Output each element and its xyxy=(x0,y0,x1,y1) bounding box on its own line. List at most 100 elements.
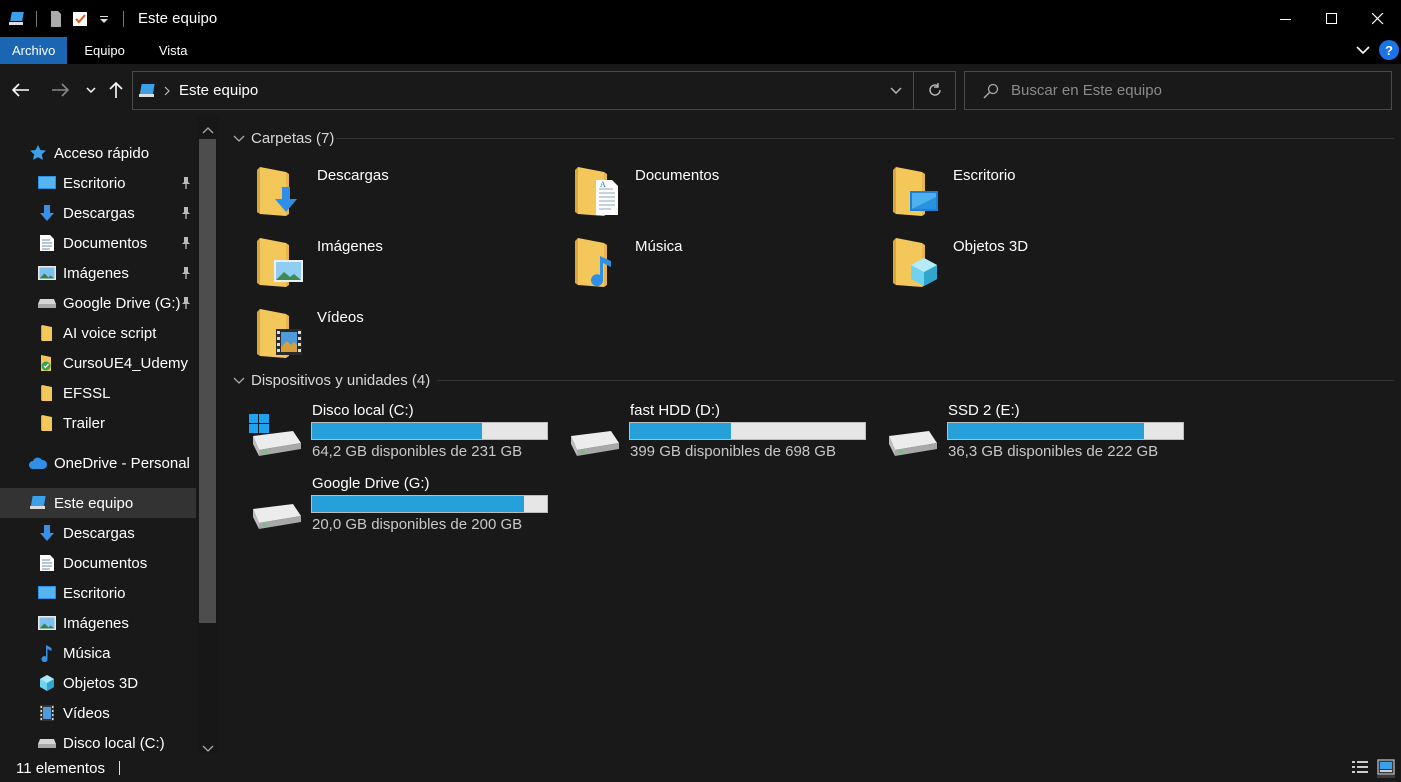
sidebar-item-label: Imágenes xyxy=(63,264,129,282)
folder-icon xyxy=(37,383,57,403)
sidebar-item-efssl[interactable]: EFSSL xyxy=(0,378,196,408)
sidebar-item-disco-local-c[interactable]: Disco local (C:) xyxy=(0,728,196,754)
sidebar-scrollbar[interactable] xyxy=(197,117,219,754)
sidebar-item-escritorio[interactable]: Escritorio xyxy=(0,168,196,198)
sidebar-item-label: Descargas xyxy=(63,524,135,542)
desktop-folder-icon xyxy=(892,165,940,222)
details-view-icon[interactable] xyxy=(1351,759,1369,778)
folder-label: Música xyxy=(635,238,683,255)
system-drive-icon xyxy=(247,414,303,461)
sidebar-item-cursoue4-udemy[interactable]: CursoUE4_Udemy xyxy=(0,348,196,378)
3d-objects-folder-icon xyxy=(892,236,940,293)
folder-label: Documentos xyxy=(635,167,720,184)
folder-documentos[interactable]: A Documentos xyxy=(542,161,842,223)
address-bar[interactable]: Este equipo xyxy=(132,71,956,110)
drive-fast-hdd-d[interactable]: fast HDD (D:) 399 GB disponibles de 698 G… xyxy=(537,402,866,462)
sidebar-item-descargas[interactable]: Descargas xyxy=(0,518,196,548)
refresh-icon[interactable] xyxy=(927,82,943,101)
pin-icon[interactable] xyxy=(180,236,192,254)
folder-objetos-3d[interactable]: Objetos 3D xyxy=(860,232,1160,294)
up-button[interactable] xyxy=(105,79,127,101)
sidebar-item-onedrive-personal[interactable]: OneDrive - Personal xyxy=(0,448,196,478)
sidebar-item-ai-voice-script[interactable]: AI voice script xyxy=(0,318,196,348)
sidebar-item-label: Escritorio xyxy=(63,174,126,192)
capacity-bar-fill xyxy=(948,423,1144,439)
pin-icon[interactable] xyxy=(180,206,192,224)
sidebar-item-label: EFSSL xyxy=(63,384,111,402)
drive-name: Disco local (C:) xyxy=(312,402,414,419)
sidebar-item-videos[interactable]: Vídeos xyxy=(0,698,196,728)
drives-group-header[interactable]: Dispositivos y unidades (4) xyxy=(233,372,430,389)
tab-archivo[interactable]: Archivo xyxy=(0,37,68,64)
checkmark-icon[interactable] xyxy=(71,10,89,28)
pin-icon[interactable] xyxy=(180,266,192,284)
customize-toolbar-icon[interactable] xyxy=(95,10,113,28)
sidebar-item-documentos[interactable]: Documentos xyxy=(0,228,196,258)
folder-label: Descargas xyxy=(317,167,389,184)
tab-vista[interactable]: Vista xyxy=(142,37,205,64)
sidebar-item-imagenes[interactable]: Imágenes xyxy=(0,608,196,638)
address-history-chevron-icon[interactable] xyxy=(889,83,903,100)
address-divider xyxy=(913,72,914,109)
recent-locations-button[interactable] xyxy=(80,79,102,101)
collapse-chevron-icon[interactable] xyxy=(233,135,245,143)
search-input[interactable] xyxy=(1011,82,1371,99)
maximize-button[interactable] xyxy=(1309,0,1355,37)
sidebar-item-objetos-3d[interactable]: Objetos 3D xyxy=(0,668,196,698)
sidebar-item-label: OneDrive - Personal xyxy=(54,454,190,472)
sidebar-item-escritorio[interactable]: Escritorio xyxy=(0,578,196,608)
breadcrumb-chevron-icon[interactable] xyxy=(163,86,171,96)
back-button[interactable] xyxy=(10,79,32,101)
computer-icon xyxy=(28,493,48,513)
sidebar-item-acceso-rapido[interactable]: Acceso rápido xyxy=(0,138,196,168)
scroll-up-arrow-icon[interactable] xyxy=(202,122,214,138)
search-box[interactable] xyxy=(964,71,1392,110)
pin-icon[interactable] xyxy=(180,176,192,194)
sidebar-item-label: Música xyxy=(63,644,111,662)
sidebar-item-este-equipo[interactable]: Este equipo xyxy=(0,488,196,518)
drive-free-space: 36,3 GB disponibles de 222 GB xyxy=(948,443,1159,460)
large-icons-view-icon[interactable] xyxy=(1377,759,1395,778)
drive-disco-local-c[interactable]: Disco local (C:) 64,2 GB disponibles de 2… xyxy=(219,402,548,462)
minimize-button[interactable] xyxy=(1263,0,1309,37)
drive-google-drive-g[interactable]: Google Drive (G:) 20,0 GB disponibles de … xyxy=(219,475,548,535)
documents-folder-icon: A xyxy=(574,165,622,222)
sidebar-item-documentos[interactable]: Documentos xyxy=(0,548,196,578)
sidebar-item-google-drive-g[interactable]: Google Drive (G:) xyxy=(0,288,196,318)
folder-escritorio[interactable]: Escritorio xyxy=(860,161,1160,223)
folder-musica[interactable]: Música xyxy=(542,232,842,294)
sidebar-item-label: Documentos xyxy=(63,554,148,572)
help-button[interactable]: ? xyxy=(1379,40,1399,60)
desktop-icon xyxy=(37,173,57,193)
folder-descargas[interactable]: Descargas xyxy=(224,161,524,223)
sidebar-item-label: Disco local (C:) xyxy=(63,734,165,752)
properties-icon[interactable] xyxy=(47,10,65,28)
desktop-icon xyxy=(37,583,57,603)
svg-text:A: A xyxy=(600,180,606,189)
breadcrumb-location[interactable]: Este equipo xyxy=(179,82,258,99)
sidebar-item-trailer[interactable]: Trailer xyxy=(0,408,196,438)
window-controls xyxy=(1263,0,1401,37)
drive-ssd-2-e[interactable]: SSD 2 (E:) 36,3 GB disponibles de 222 GB xyxy=(855,402,1184,462)
forward-button[interactable] xyxy=(49,79,71,101)
drive-name: Google Drive (G:) xyxy=(312,475,430,492)
tab-equipo[interactable]: Equipo xyxy=(67,37,141,64)
synced-folder-icon xyxy=(37,353,57,373)
folders-group-header[interactable]: Carpetas (7) xyxy=(233,130,334,147)
folder-imagenes[interactable]: Imágenes xyxy=(224,232,524,294)
sidebar-scroll-thumb[interactable] xyxy=(199,139,216,623)
collapse-chevron-icon[interactable] xyxy=(233,377,245,385)
sidebar-item-descargas[interactable]: Descargas xyxy=(0,198,196,228)
sidebar-item-label: Google Drive (G:) xyxy=(63,294,181,312)
expand-ribbon-chevron-icon[interactable] xyxy=(1355,42,1371,58)
folder-videos[interactable]: Vídeos xyxy=(224,303,524,365)
sidebar-item-musica[interactable]: Música xyxy=(0,638,196,668)
pin-icon[interactable] xyxy=(180,296,192,314)
folder-label: Objetos 3D xyxy=(953,238,1029,255)
sidebar-item-label: Documentos xyxy=(63,234,148,252)
close-button[interactable] xyxy=(1355,0,1401,37)
scroll-down-arrow-icon[interactable] xyxy=(202,739,214,754)
download-arrow-icon xyxy=(37,203,57,223)
content-pane: Carpetas (7) Descargas A Documentos Escrito… xyxy=(219,117,1401,754)
sidebar-item-imagenes[interactable]: Imágenes xyxy=(0,258,196,288)
